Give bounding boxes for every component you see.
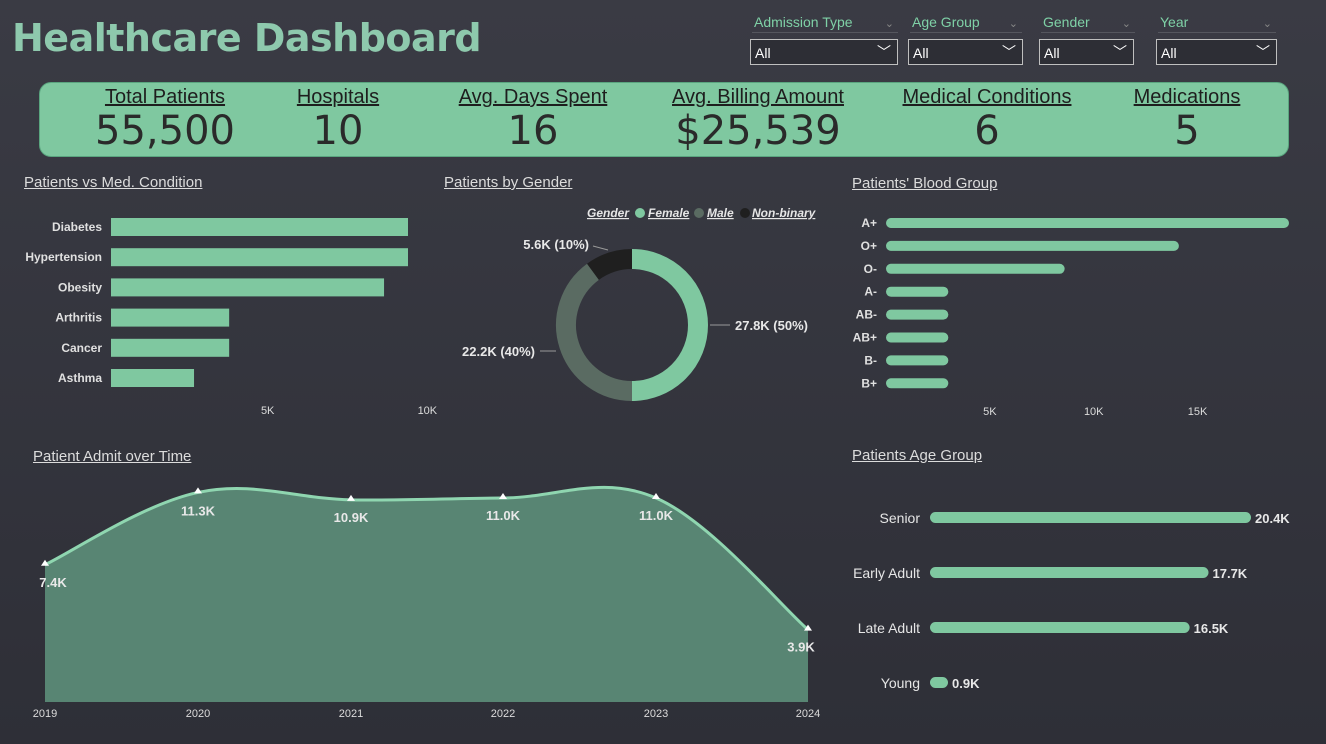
x-tick-label: 10K	[1084, 406, 1104, 418]
bar-blood-ab-	[886, 309, 949, 320]
data-label: 0.9K	[952, 676, 980, 691]
category-label: A-	[864, 285, 877, 299]
legend-item: Non-binary	[752, 206, 817, 220]
category-label: O+	[861, 239, 877, 253]
data-label: 10.9K	[334, 510, 369, 525]
x-tick-label: 2019	[33, 708, 57, 720]
legend-swatch	[694, 208, 704, 218]
data-label: 16.5K	[1194, 621, 1229, 636]
category-label: Senior	[880, 510, 921, 526]
point-marker	[347, 494, 355, 501]
bar-blood-a+	[886, 218, 1289, 228]
bar-diabetes	[111, 218, 408, 236]
x-tick-label: 10K	[418, 405, 438, 417]
bar-age-late-adult	[930, 622, 1190, 633]
category-label: AB-	[856, 308, 877, 322]
category-label: Young	[881, 675, 920, 691]
data-label: 11.3K	[181, 503, 216, 518]
category-label: Cancer	[61, 341, 102, 355]
legend-swatch	[740, 208, 750, 218]
donut-label-nonbinary: 5.6K (10%)	[523, 237, 589, 252]
category-label: Arthritis	[55, 311, 102, 325]
bar-hypertension	[111, 248, 408, 267]
donut-slice-female	[631, 249, 708, 401]
charts-canvas: Diabetes Hypertension Obesity Arthritis Canc…	[25, 206, 1290, 720]
category-label: Early Adult	[853, 565, 920, 581]
data-label: 7.4K	[39, 575, 67, 590]
category-label: AB+	[853, 331, 877, 345]
category-label: B+	[861, 376, 877, 390]
bar-age-senior	[930, 512, 1251, 523]
x-tick-label: 2022	[491, 708, 515, 720]
legend-item: Female	[648, 206, 690, 220]
x-tick-label: 5K	[983, 406, 997, 418]
bar-cancer	[111, 338, 230, 357]
legend-item: Male	[707, 206, 734, 220]
data-label: 11.0K	[486, 508, 521, 523]
x-tick-label: 15K	[1188, 406, 1208, 418]
x-tick-label: 2024	[796, 708, 820, 720]
donut-label-male: 22.2K (40%)	[462, 344, 535, 359]
point-marker	[499, 492, 507, 499]
bar-blood-b+	[886, 378, 949, 389]
category-label: Obesity	[58, 280, 102, 294]
bar-age-young	[930, 677, 948, 688]
donut-slice-male	[556, 263, 633, 401]
bar-blood-b-	[886, 355, 949, 366]
category-label: O-	[864, 262, 877, 276]
bar-blood-a-	[886, 286, 949, 297]
x-tick-label: 2020	[186, 708, 210, 720]
x-tick-label: 2021	[339, 708, 363, 720]
bar-age-early-adult	[930, 567, 1209, 578]
donut-label-female: 27.8K (50%)	[735, 318, 808, 333]
data-label: 3.9K	[787, 640, 815, 655]
category-label: Asthma	[58, 371, 102, 385]
legend-title: Gender	[587, 206, 630, 220]
bar-blood-ab+	[886, 332, 949, 343]
category-label: Hypertension	[25, 250, 102, 264]
category-label: A+	[861, 216, 877, 230]
data-label: 20.4K	[1255, 511, 1290, 526]
x-tick-label: 5K	[261, 405, 275, 417]
donut-slice-non-binary	[587, 249, 633, 281]
legend-swatch	[635, 208, 645, 218]
data-label: 17.7K	[1213, 566, 1248, 581]
x-tick-label: 2023	[644, 708, 668, 720]
bar-blood-o+	[886, 240, 1179, 251]
category-label: B-	[864, 353, 877, 367]
leader-line	[592, 245, 609, 251]
data-label: 11.0K	[639, 508, 674, 523]
bar-blood-o-	[886, 263, 1065, 274]
category-label: Late Adult	[858, 620, 920, 636]
bar-arthritis	[111, 308, 230, 327]
bar-obesity	[111, 278, 385, 297]
bar-asthma	[111, 369, 195, 387]
category-label: Diabetes	[52, 220, 102, 234]
